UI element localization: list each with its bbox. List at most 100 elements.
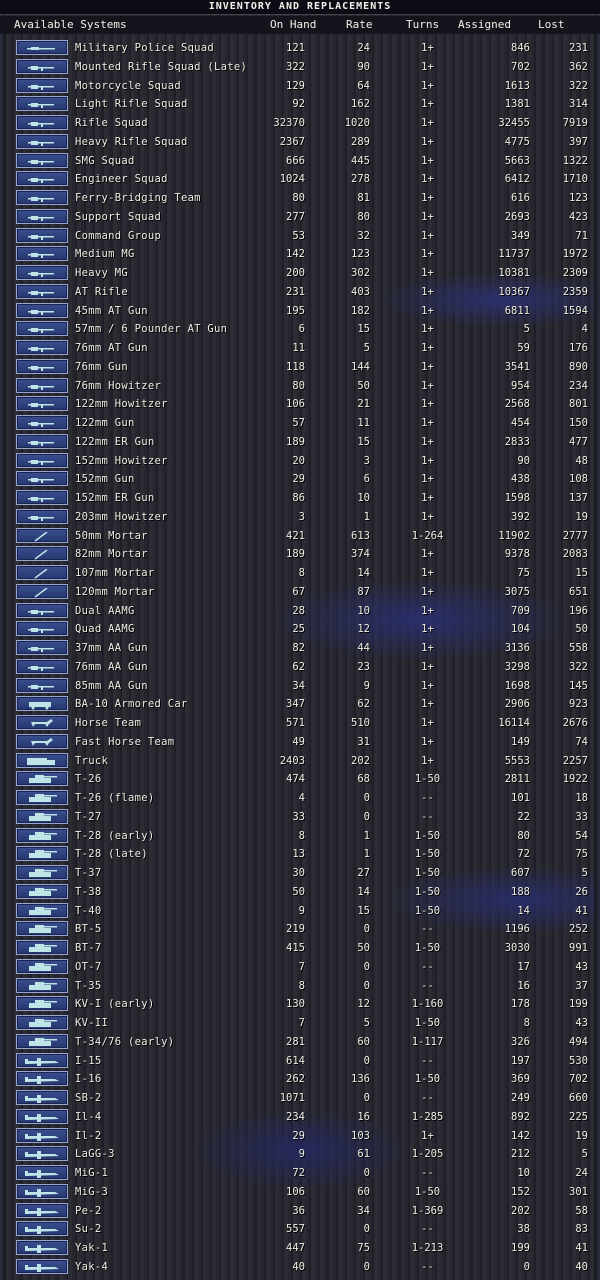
command-icon[interactable] — [16, 227, 68, 243]
system-row[interactable]: 50mm Mortar 421 613 1-264 11902 2777 — [0, 527, 600, 546]
system-row[interactable]: Motorcycle Squad 129 64 1+ 1613 322 — [0, 77, 600, 96]
header-assigned[interactable]: Assigned — [458, 18, 511, 31]
system-row[interactable]: 76mm AA Gun 62 23 1+ 3298 322 — [0, 658, 600, 677]
aircraft-icon[interactable] — [16, 1090, 68, 1105]
aircraft-icon[interactable] — [16, 1183, 68, 1199]
system-row[interactable]: 120mm Mortar 67 87 1+ 3075 651 — [0, 583, 600, 602]
system-row[interactable]: Command Group 53 32 1+ 349 71 — [0, 227, 600, 246]
system-row[interactable]: OT-7 7 0 -- 17 43 — [0, 958, 600, 977]
system-row[interactable]: T-27 33 0 -- 22 33 — [0, 808, 600, 827]
aircraft-icon[interactable] — [16, 1146, 68, 1162]
aa-gun-icon[interactable] — [16, 677, 68, 693]
aircraft-icon[interactable] — [16, 1258, 68, 1274]
tank-icon[interactable] — [16, 921, 68, 937]
aircraft-icon[interactable] — [16, 1108, 68, 1124]
system-row[interactable]: KV-II 7 5 1-50 8 43 — [0, 1014, 600, 1033]
system-row[interactable]: T-28 (early) 8 1 1-50 80 54 — [0, 827, 600, 846]
aa-mg-icon[interactable] — [16, 621, 68, 637]
tank-icon[interactable] — [16, 996, 68, 1012]
field-gun-icon[interactable] — [16, 471, 68, 487]
tank-icon[interactable] — [16, 958, 68, 974]
field-gun-icon[interactable] — [16, 415, 68, 430]
armored-car-icon[interactable] — [16, 696, 68, 712]
system-row[interactable]: 152mm Howitzer 20 3 1+ 90 48 — [0, 452, 600, 471]
header-on-hand[interactable]: On Hand — [270, 18, 316, 31]
system-row[interactable]: KV-I (early) 130 12 1-160 178 199 — [0, 995, 600, 1014]
system-row[interactable]: T-34/76 (early) 281 60 1-117 326 494 — [0, 1033, 600, 1052]
tank-icon[interactable] — [16, 1033, 68, 1049]
system-row[interactable]: T-28 (late) 13 1 1-50 72 75 — [0, 845, 600, 864]
mortar-icon[interactable] — [16, 527, 68, 543]
tank-icon[interactable] — [16, 940, 68, 955]
system-row[interactable]: 57mm / 6 Pounder AT Gun 6 15 1+ 5 4 — [0, 320, 600, 339]
cavalry-icon[interactable] — [16, 58, 68, 74]
system-row[interactable]: Su-2 557 0 -- 38 83 — [0, 1220, 600, 1239]
system-row[interactable]: SB-2 1071 0 -- 249 660 — [0, 1089, 600, 1108]
tank-icon[interactable] — [16, 771, 68, 787]
system-row[interactable]: 85mm AA Gun 34 9 1+ 1698 145 — [0, 677, 600, 696]
system-row[interactable]: Yak-1 447 75 1-213 199 41 — [0, 1239, 600, 1258]
field-gun-icon[interactable] — [16, 490, 68, 505]
system-row[interactable]: I-16 262 136 1-50 369 702 — [0, 1070, 600, 1089]
system-row[interactable]: 122mm ER Gun 189 15 1+ 2833 477 — [0, 433, 600, 452]
soldier-icon[interactable] — [16, 40, 68, 55]
mortar-icon[interactable] — [16, 583, 68, 599]
aircraft-icon[interactable] — [16, 1165, 68, 1180]
system-row[interactable]: 76mm Howitzer 80 50 1+ 954 234 — [0, 377, 600, 396]
tank-icon[interactable] — [16, 808, 68, 824]
system-row[interactable]: T-40 9 15 1-50 14 41 — [0, 902, 600, 921]
system-row[interactable]: T-26 474 68 1-50 2811 1922 — [0, 770, 600, 789]
aircraft-icon[interactable] — [16, 1052, 68, 1068]
mortar-icon[interactable] — [16, 565, 68, 580]
aircraft-icon[interactable] — [16, 1071, 68, 1087]
system-row[interactable]: Horse Team 571 510 1+ 16114 2676 — [0, 714, 600, 733]
system-row[interactable]: 107mm Mortar 8 14 1+ 75 15 — [0, 564, 600, 583]
system-row[interactable]: Dual AAMG 28 10 1+ 709 196 — [0, 602, 600, 621]
tank-icon[interactable] — [16, 827, 68, 843]
aa-mg-icon[interactable] — [16, 602, 68, 618]
system-row[interactable]: BA-10 Armored Car 347 62 1+ 2906 923 — [0, 695, 600, 714]
system-row[interactable]: Engineer Squad 1024 278 1+ 6412 1710 — [0, 170, 600, 189]
system-row[interactable]: 76mm AT Gun 11 5 1+ 59 176 — [0, 339, 600, 358]
tank-icon[interactable] — [16, 1015, 68, 1030]
system-row[interactable]: SMG Squad 666 445 1+ 5663 1322 — [0, 152, 600, 171]
header-turns[interactable]: Turns — [406, 18, 439, 31]
rifle-icon[interactable] — [16, 96, 68, 112]
system-row[interactable]: T-26 (flame) 4 0 -- 101 18 — [0, 789, 600, 808]
tank-icon[interactable] — [16, 846, 68, 862]
truck-icon[interactable] — [16, 752, 68, 768]
header-lost[interactable]: Lost — [538, 18, 565, 31]
aa-gun-icon[interactable] — [16, 640, 68, 655]
motorcycle-icon[interactable] — [16, 77, 68, 93]
system-row[interactable]: Quad AAMG 25 12 1+ 104 50 — [0, 620, 600, 639]
engineer-icon[interactable] — [16, 171, 68, 187]
system-row[interactable]: Truck 2403 202 1+ 5553 2257 — [0, 752, 600, 771]
system-row[interactable]: Heavy Rifle Squad 2367 289 1+ 4775 397 — [0, 133, 600, 152]
system-row[interactable]: 152mm ER Gun 86 10 1+ 1598 137 — [0, 489, 600, 508]
system-row[interactable]: AT Rifle 231 403 1+ 10367 2359 — [0, 283, 600, 302]
tank-icon[interactable] — [16, 977, 68, 993]
aircraft-icon[interactable] — [16, 1202, 68, 1218]
system-row[interactable]: BT-5 219 0 -- 1196 252 — [0, 920, 600, 939]
aircraft-icon[interactable] — [16, 1240, 68, 1255]
system-row[interactable]: MiG-1 72 0 -- 10 24 — [0, 1164, 600, 1183]
bridge-icon[interactable] — [16, 190, 68, 205]
system-row[interactable]: 76mm Gun 118 144 1+ 3541 890 — [0, 358, 600, 377]
support-icon[interactable] — [16, 208, 68, 224]
at-gun-icon[interactable] — [16, 340, 68, 355]
howitzer-icon[interactable] — [16, 377, 68, 393]
system-row[interactable]: Il-2 29 103 1+ 142 19 — [0, 1127, 600, 1146]
tank-icon[interactable] — [16, 790, 68, 805]
mortar-icon[interactable] — [16, 546, 68, 562]
field-gun-icon[interactable] — [16, 433, 68, 449]
system-row[interactable]: Yak-4 40 0 -- 0 40 — [0, 1258, 600, 1277]
system-row[interactable]: Medium MG 142 123 1+ 11737 1972 — [0, 245, 600, 264]
at-rifle-icon[interactable] — [16, 283, 68, 299]
aircraft-icon[interactable] — [16, 1221, 68, 1237]
howitzer-icon[interactable] — [16, 396, 68, 412]
system-row[interactable]: 203mm Howitzer 3 1 1+ 392 19 — [0, 508, 600, 527]
system-row[interactable]: T-37 30 27 1-50 607 5 — [0, 864, 600, 883]
header-available-systems[interactable]: Available Systems — [14, 18, 127, 31]
tank-icon[interactable] — [16, 902, 68, 918]
system-row[interactable]: Il-4 234 16 1-285 892 225 — [0, 1108, 600, 1127]
